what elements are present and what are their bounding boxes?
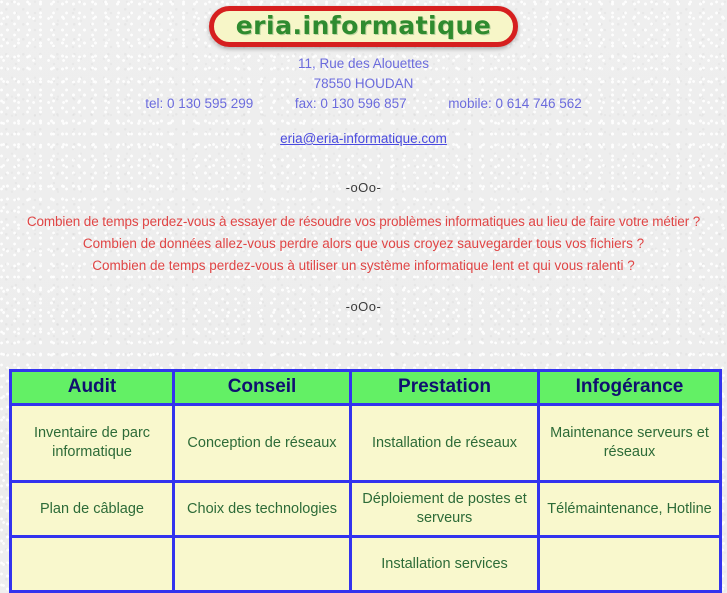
mobile-number: mobile: 0 614 746 562 xyxy=(448,96,582,111)
questions-block: Combien de temps perdez-vous à essayer d… xyxy=(0,211,727,277)
contact-block: 11, Rue des Alouettes 78550 HOUDAN tel: … xyxy=(0,54,727,114)
table-cell: Télémaintenance, Hotline xyxy=(537,480,722,538)
services-table-container: Audit Conseil Prestation Infogérance Inv… xyxy=(9,369,722,593)
email-line: eria@eria-informatique.com xyxy=(0,130,727,148)
telephone-number: tel: 0 130 595 299 xyxy=(145,96,254,111)
fax-number: fax: 0 130 596 857 xyxy=(294,96,407,111)
table-header-row: Audit Conseil Prestation Infogérance xyxy=(9,369,722,406)
table-cell: Installation de réseaux xyxy=(349,403,540,483)
phone-line: tel: 0 130 595 299 fax: 0 130 596 857 mo… xyxy=(0,94,727,114)
site-logo: eria.informatique xyxy=(208,6,519,47)
page-root: eria.informatique 11, Rue des Alouettes … xyxy=(0,0,727,593)
table-cell: Inventaire de parc informatique xyxy=(9,403,175,483)
table-cell: Déploiement de postes et serveurs xyxy=(349,480,540,538)
logo-text: eria.informatique xyxy=(235,11,492,40)
table-row: Plan de câblage Choix des technologies D… xyxy=(9,480,722,538)
email-link[interactable]: eria@eria-informatique.com xyxy=(280,131,447,146)
services-table: Audit Conseil Prestation Infogérance Inv… xyxy=(9,369,722,593)
table-cell: Maintenance serveurs et réseaux xyxy=(537,403,722,483)
address-city: 78550 HOUDAN xyxy=(313,76,414,91)
question-1: Combien de temps perdez-vous à essayer d… xyxy=(26,214,701,229)
logo-container: eria.informatique xyxy=(0,0,727,47)
separator-bottom: -oOo- xyxy=(345,299,382,314)
column-header-audit: Audit xyxy=(9,369,175,406)
separator-top: -oOo- xyxy=(345,180,382,195)
question-2: Combien de données allez-vous perdre alo… xyxy=(82,236,645,251)
table-cell: Conception de réseaux xyxy=(172,403,352,483)
table-cell: Choix des technologies xyxy=(172,480,352,538)
column-header-prestation: Prestation xyxy=(349,369,540,406)
column-header-conseil: Conseil xyxy=(172,369,352,406)
table-cell: Plan de câblage xyxy=(9,480,175,538)
table-row: Inventaire de parc informatique Concepti… xyxy=(9,403,722,483)
question-3: Combien de temps perdez-vous à utiliser … xyxy=(92,258,635,273)
column-header-infogerance: Infogérance xyxy=(537,369,722,406)
address-street: 11, Rue des Alouettes xyxy=(297,56,430,71)
